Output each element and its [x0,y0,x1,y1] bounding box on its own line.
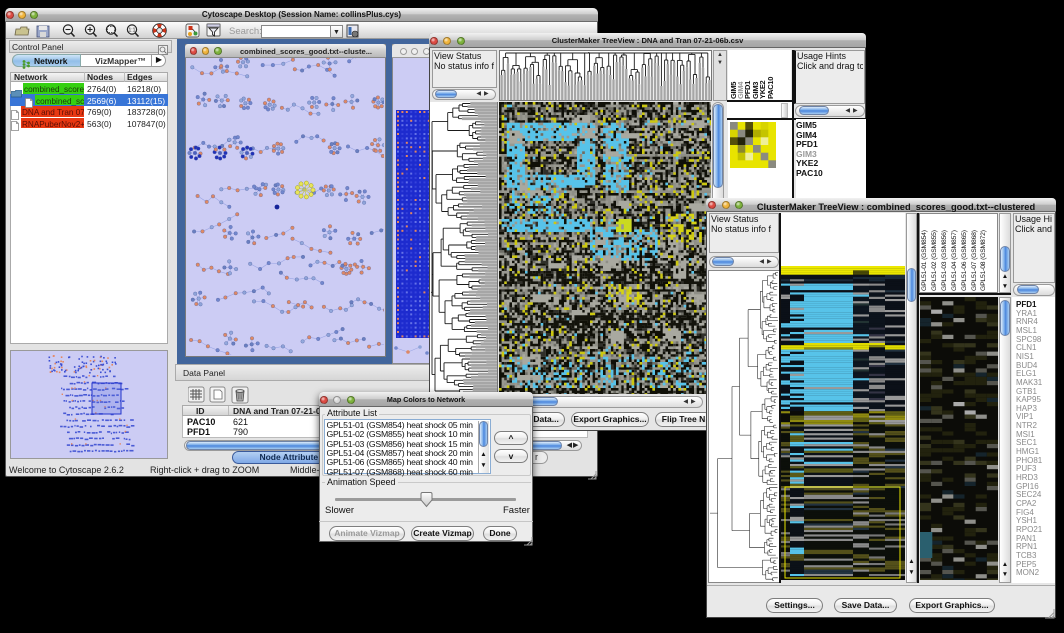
svg-text:1:1: 1:1 [129,28,136,34]
